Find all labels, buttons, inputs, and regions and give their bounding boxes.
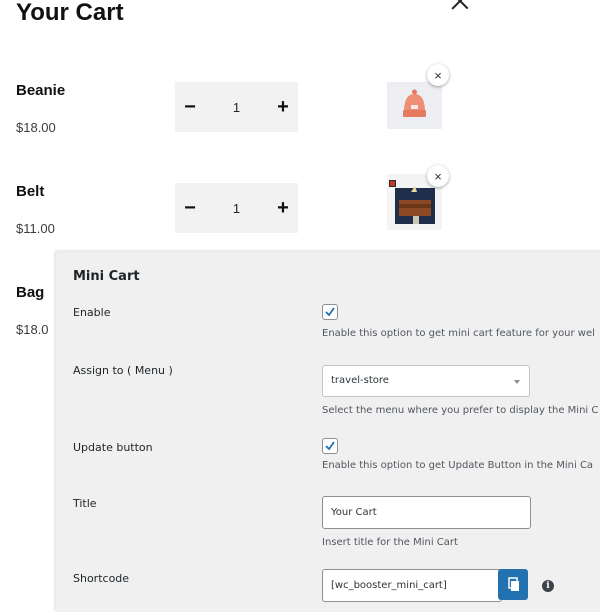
increase-quantity-button[interactable]: + [268, 183, 298, 233]
update-button-checkbox[interactable] [322, 438, 338, 454]
cart-title: Your Cart [16, 0, 124, 26]
mini-cart-settings-panel: Mini Cart Enable Enable this option to g… [56, 252, 600, 612]
decrease-quantity-button[interactable]: − [175, 183, 205, 233]
beanie-thumbnail[interactable] [387, 82, 442, 129]
decrease-quantity-button[interactable]: − [175, 82, 205, 132]
item-name: Belt [16, 183, 45, 200]
quantity-stepper: − 1 + [175, 183, 298, 233]
cart-title-setting-description: Insert title for the Mini Cart [322, 537, 458, 548]
enable-checkbox[interactable] [322, 304, 338, 320]
cart-title-input[interactable]: Your Cart [322, 496, 531, 529]
shortcode-label: Shortcode [73, 572, 130, 585]
panel-title: Mini Cart [73, 269, 140, 284]
copy-icon [508, 577, 519, 591]
remove-item-button[interactable]: × [427, 165, 449, 187]
item-price: $11.00 [16, 221, 55, 236]
item-price: $18.0 [16, 322, 49, 337]
assign-menu-select[interactable]: travel-store [322, 365, 530, 397]
enable-description: Enable this option to get mini cart feat… [322, 328, 595, 339]
update-button-label: Update button [73, 441, 153, 454]
assign-menu-value: travel-store [331, 375, 389, 386]
assign-menu-description: Select the menu where you prefer to disp… [322, 405, 599, 416]
update-button-description: Enable this option to get Update Button … [322, 460, 594, 471]
copy-shortcode-button[interactable] [498, 569, 528, 600]
info-icon[interactable]: i [542, 580, 554, 592]
item-name: Bag [16, 284, 45, 301]
assign-menu-label: Assign to ( Menu ) [73, 364, 173, 377]
cart-title-setting-label: Title [73, 497, 97, 510]
chevron-down-icon [514, 380, 520, 384]
item-price: $18.00 [16, 120, 56, 135]
close-cart-icon[interactable] [449, 0, 471, 12]
increase-quantity-button[interactable]: + [268, 82, 298, 132]
checkmark-icon [325, 441, 335, 451]
checkmark-icon [325, 307, 335, 317]
shortcode-field[interactable]: [wc_booster_mini_cart] [322, 569, 502, 602]
remove-item-button[interactable]: × [427, 64, 449, 86]
enable-label: Enable [73, 306, 111, 319]
quantity-stepper: − 1 + [175, 82, 298, 132]
item-name: Beanie [16, 82, 66, 99]
